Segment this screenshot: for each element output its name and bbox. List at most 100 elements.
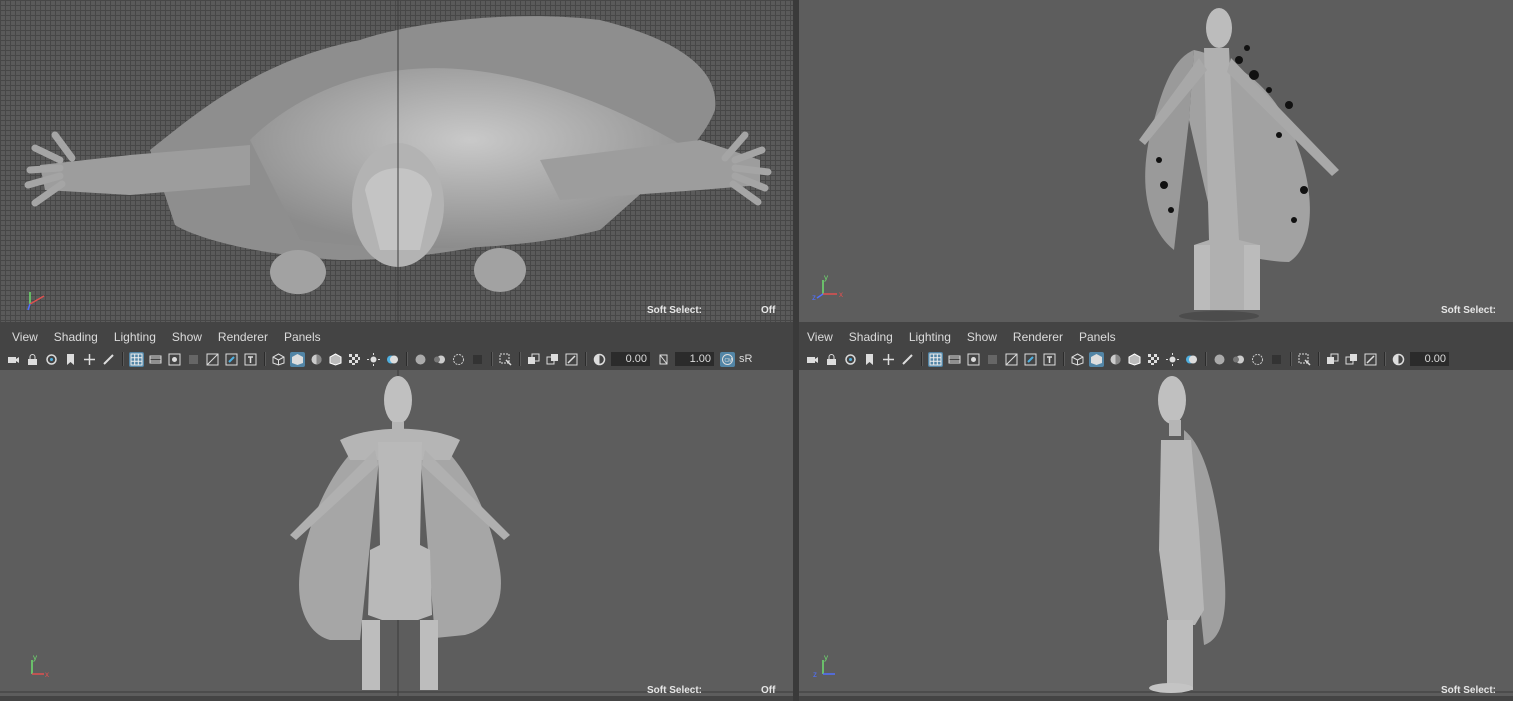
- xray-active-components-icon[interactable]: [545, 352, 560, 367]
- lock-camera-icon[interactable]: [824, 352, 839, 367]
- gate-mask-icon[interactable]: [186, 352, 201, 367]
- wireframe-icon[interactable]: [1070, 352, 1085, 367]
- use-all-lights-icon[interactable]: [366, 352, 381, 367]
- gate-mask-icon[interactable]: [985, 352, 1000, 367]
- safe-action-icon[interactable]: [1023, 352, 1038, 367]
- textured-icon[interactable]: [347, 352, 362, 367]
- exposure-icon[interactable]: [1391, 352, 1406, 367]
- menu-panels[interactable]: Panels: [284, 330, 321, 344]
- screen-space-ao-icon[interactable]: [413, 352, 428, 367]
- safe-action-icon[interactable]: [224, 352, 239, 367]
- isolate-select-icon[interactable]: [1297, 352, 1312, 367]
- isolate-select-icon[interactable]: [498, 352, 513, 367]
- svg-text:CM: CM: [725, 358, 733, 364]
- select-camera-icon[interactable]: [6, 352, 21, 367]
- xray-joints-icon[interactable]: [1363, 352, 1378, 367]
- toolbar-separator: [264, 352, 266, 366]
- exposure-icon[interactable]: [592, 352, 607, 367]
- grid-icon[interactable]: [129, 351, 144, 367]
- top-view-model: [24, 0, 772, 322]
- anti-aliasing-icon[interactable]: [451, 352, 466, 367]
- svg-text:x: x: [839, 290, 843, 299]
- camera-attributes-icon[interactable]: [843, 352, 858, 367]
- safe-title-icon[interactable]: [243, 352, 258, 367]
- film-gate-icon[interactable]: [148, 352, 163, 367]
- gamma-icon[interactable]: [656, 352, 671, 367]
- toolbar-separator: [1063, 352, 1065, 366]
- field-chart-icon[interactable]: [205, 352, 220, 367]
- panel-menubar-left: View Shading Lighting Show Renderer Pane…: [0, 326, 793, 370]
- menu-lighting[interactable]: Lighting: [909, 330, 951, 344]
- viewport-top[interactable]: Soft Select: Off: [0, 0, 793, 322]
- camera-attributes-icon[interactable]: [44, 352, 59, 367]
- default-material-icon[interactable]: [309, 352, 324, 367]
- soft-select-label: Soft Select:: [647, 305, 703, 316]
- svg-text:y: y: [33, 654, 37, 662]
- menu-show[interactable]: Show: [967, 330, 997, 344]
- depth-of-field-icon[interactable]: [1269, 352, 1284, 367]
- screen-space-ao-icon[interactable]: [1212, 352, 1227, 367]
- wireframe-on-shaded-icon[interactable]: [328, 352, 343, 367]
- menu-renderer[interactable]: Renderer: [1013, 330, 1063, 344]
- toolbar-separator: [1318, 352, 1320, 366]
- viewport-front[interactable]: y x Soft Select: Off: [0, 370, 793, 696]
- 2d-pan-zoom-icon[interactable]: [101, 352, 116, 367]
- xray-icon[interactable]: [526, 352, 541, 367]
- image-plane-icon[interactable]: [82, 352, 97, 367]
- exposure-field[interactable]: 0.00: [611, 352, 650, 366]
- image-plane-icon[interactable]: [881, 352, 896, 367]
- viewport-divider-vertical[interactable]: [793, 0, 799, 701]
- lock-camera-icon[interactable]: [25, 352, 40, 367]
- xray-icon[interactable]: [1325, 352, 1340, 367]
- bookmarks-icon[interactable]: [63, 352, 78, 367]
- svg-text:x: x: [45, 670, 49, 679]
- svg-text:y: y: [824, 654, 828, 662]
- soft-select-label: Soft Select:: [647, 685, 703, 696]
- axis-gizmo: y x z: [812, 273, 843, 302]
- select-camera-icon[interactable]: [805, 352, 820, 367]
- menu-show[interactable]: Show: [172, 330, 202, 344]
- viewport-persp[interactable]: y x z Soft Select:: [799, 0, 1513, 322]
- shadows-icon[interactable]: [1184, 352, 1199, 367]
- color-space-label[interactable]: sR: [739, 353, 752, 365]
- anti-aliasing-icon[interactable]: [1250, 352, 1265, 367]
- smooth-shade-icon[interactable]: [290, 351, 305, 367]
- menu-shading[interactable]: Shading: [54, 330, 98, 344]
- xray-active-components-icon[interactable]: [1344, 352, 1359, 367]
- smooth-shade-icon[interactable]: [1089, 351, 1104, 367]
- toolbar-separator: [519, 352, 521, 366]
- svg-text:z: z: [813, 670, 817, 679]
- persp-view-model: [1139, 8, 1339, 321]
- panel-menubar-right: View Shading Lighting Show Renderer Pane…: [799, 326, 1513, 370]
- wireframe-on-shaded-icon[interactable]: [1127, 352, 1142, 367]
- menu-shading[interactable]: Shading: [849, 330, 893, 344]
- 2d-pan-zoom-icon[interactable]: [900, 352, 915, 367]
- gamma-field[interactable]: 1.00: [675, 352, 714, 366]
- motion-blur-icon[interactable]: [1231, 352, 1246, 367]
- default-material-icon[interactable]: [1108, 352, 1123, 367]
- menu-lighting[interactable]: Lighting: [114, 330, 156, 344]
- motion-blur-icon[interactable]: [432, 352, 447, 367]
- menu-renderer[interactable]: Renderer: [218, 330, 268, 344]
- field-chart-icon[interactable]: [1004, 352, 1019, 367]
- svg-text:y: y: [824, 273, 828, 282]
- menu-panels[interactable]: Panels: [1079, 330, 1116, 344]
- grid-icon[interactable]: [928, 351, 943, 367]
- shadows-icon[interactable]: [385, 352, 400, 367]
- textured-icon[interactable]: [1146, 352, 1161, 367]
- color-management-icon[interactable]: CM: [720, 351, 735, 367]
- xray-joints-icon[interactable]: [564, 352, 579, 367]
- menu-view[interactable]: View: [807, 330, 833, 344]
- safe-title-icon[interactable]: [1042, 352, 1057, 367]
- viewport-side[interactable]: y z Soft Select:: [799, 370, 1513, 696]
- bookmarks-icon[interactable]: [862, 352, 877, 367]
- wireframe-icon[interactable]: [271, 352, 286, 367]
- resolution-gate-icon[interactable]: [167, 352, 182, 367]
- exposure-field[interactable]: 0.00: [1410, 352, 1449, 366]
- menu-view[interactable]: View: [12, 330, 38, 344]
- film-gate-icon[interactable]: [947, 352, 962, 367]
- resolution-gate-icon[interactable]: [966, 352, 981, 367]
- depth-of-field-icon[interactable]: [470, 352, 485, 367]
- use-all-lights-icon[interactable]: [1165, 352, 1180, 367]
- axis-gizmo: y z: [813, 654, 835, 679]
